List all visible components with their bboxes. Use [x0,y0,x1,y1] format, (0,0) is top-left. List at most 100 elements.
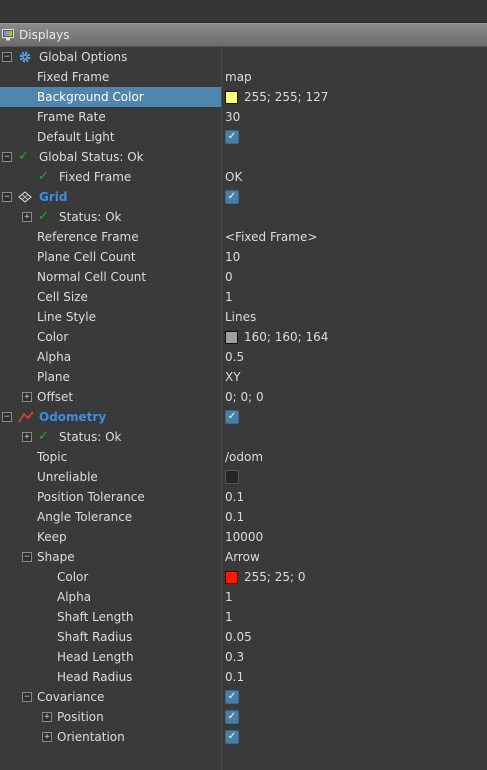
property-label: Cell Size [37,290,88,304]
position-tolerance-value[interactable]: 0.1 [225,487,244,507]
color-swatch[interactable] [225,90,238,104]
tree-row-angle-tolerance[interactable]: Angle Tolerance 0.1 [0,507,487,527]
shape-value[interactable]: Arrow [225,547,260,567]
tree-label: Status: Ok [59,210,122,224]
property-label: Keep [37,530,67,544]
collapse-icon[interactable]: − [22,692,32,702]
property-label: Head Radius [57,670,133,684]
frame-rate-value[interactable]: 30 [225,107,240,127]
expand-icon[interactable]: + [42,732,52,742]
expand-icon[interactable]: + [42,712,52,722]
tree-row-shape[interactable]: − Shape Arrow [0,547,487,567]
tree-row-default-light[interactable]: Default Light ✓ [0,127,487,147]
tree-row-shape-color[interactable]: Color 255; 25; 0 [0,567,487,587]
fixed-frame-value[interactable]: map [225,67,252,87]
grid-icon [18,190,32,204]
property-label: Head Length [57,650,134,664]
display-name: Grid [39,190,68,204]
default-light-checkbox[interactable]: ✓ [225,130,239,144]
tree-row-reference-frame[interactable]: Reference Frame <Fixed Frame> [0,227,487,247]
cell-size-value[interactable]: 1 [225,287,233,307]
tree-row-head-radius[interactable]: Head Radius 0.1 [0,667,487,687]
grid-color-value[interactable]: 160; 160; 164 [244,327,328,347]
background-color-value[interactable]: 255; 255; 127 [244,87,328,107]
collapse-icon[interactable]: − [2,52,12,62]
tree-row-position-tolerance[interactable]: Position Tolerance 0.1 [0,487,487,507]
tree-row-odometry[interactable]: − Odometry ✓ [0,407,487,427]
covariance-orientation-checkbox[interactable]: ✓ [225,730,239,744]
property-label: Shaft Radius [57,630,133,644]
line-style-value[interactable]: Lines [225,307,256,327]
shaft-radius-value[interactable]: 0.05 [225,627,252,647]
tree-row-status-fixed-frame[interactable]: ✓ Fixed Frame OK [0,167,487,187]
collapse-icon[interactable]: − [2,152,12,162]
color-swatch[interactable] [225,570,238,584]
status-value: OK [225,170,243,184]
collapse-icon[interactable]: − [2,192,12,202]
grid-alpha-value[interactable]: 0.5 [225,347,244,367]
tree-row-background-color[interactable]: Background Color 255; 255; 127 [0,87,487,107]
head-length-value[interactable]: 0.3 [225,647,244,667]
tree-row-covariance-position[interactable]: + Position ✓ [0,707,487,727]
expand-icon[interactable]: + [22,432,32,442]
property-label: Orientation [57,730,125,744]
monitor-icon [2,29,14,41]
tree-row-frame-rate[interactable]: Frame Rate 30 [0,107,487,127]
tree-row-head-length[interactable]: Head Length 0.3 [0,647,487,667]
head-radius-value[interactable]: 0.1 [225,667,244,687]
tree-row-cell-size[interactable]: Cell Size 1 [0,287,487,307]
tree-row-odometry-status[interactable]: + ✓ Status: Ok [0,427,487,447]
color-swatch[interactable] [225,330,238,344]
checkmark-icon: ✓ [38,169,49,184]
covariance-checkbox[interactable]: ✓ [225,690,239,704]
offset-value[interactable]: 0; 0; 0 [225,387,264,407]
tree-row-shape-alpha[interactable]: Alpha 1 [0,587,487,607]
shaft-length-value[interactable]: 1 [225,607,233,627]
plane-cell-count-value[interactable]: 10 [225,247,240,267]
grid-enabled-checkbox[interactable]: ✓ [225,190,239,204]
tree-row-shaft-radius[interactable]: Shaft Radius 0.05 [0,627,487,647]
tree-row-shaft-length[interactable]: Shaft Length 1 [0,607,487,627]
property-label: Reference Frame [37,230,139,244]
collapse-icon[interactable]: − [22,552,32,562]
property-label: Offset [37,390,74,404]
collapse-icon[interactable]: − [2,412,12,422]
tree-row-covariance[interactable]: − Covariance ✓ [0,687,487,707]
property-label: Default Light [37,130,115,144]
shape-alpha-value[interactable]: 1 [225,587,233,607]
property-label: Background Color [37,90,144,104]
expand-icon[interactable]: + [22,212,32,222]
expand-icon[interactable]: + [22,392,32,402]
property-label: Line Style [37,310,96,324]
property-label: Normal Cell Count [37,270,147,284]
tree-row-fixed-frame[interactable]: Fixed Frame map [0,67,487,87]
tree-row-grid-alpha[interactable]: Alpha 0.5 [0,347,487,367]
tree-row-covariance-orientation[interactable]: + Orientation ✓ [0,727,487,747]
odometry-enabled-checkbox[interactable]: ✓ [225,410,239,424]
tree-row-offset[interactable]: + Offset 0; 0; 0 [0,387,487,407]
unreliable-checkbox[interactable] [225,470,239,484]
tree-row-plane[interactable]: Plane XY [0,367,487,387]
reference-frame-value[interactable]: <Fixed Frame> [225,227,317,247]
tree-row-plane-cell-count[interactable]: Plane Cell Count 10 [0,247,487,267]
property-label: Plane [37,370,70,384]
angle-tolerance-value[interactable]: 0.1 [225,507,244,527]
tree-row-global-options[interactable]: − Global Options [0,47,487,67]
keep-value[interactable]: 10000 [225,527,263,547]
tree-row-grid-color[interactable]: Color 160; 160; 164 [0,327,487,347]
tree-row-grid-status[interactable]: + ✓ Status: Ok [0,207,487,227]
tree-label: Global Status: Ok [39,150,144,164]
tree-row-normal-cell-count[interactable]: Normal Cell Count 0 [0,267,487,287]
tree-row-topic[interactable]: Topic /odom [0,447,487,467]
topic-value[interactable]: /odom [225,447,263,467]
tree-row-keep[interactable]: Keep 10000 [0,527,487,547]
normal-cell-count-value[interactable]: 0 [225,267,233,287]
tree-row-grid[interactable]: − Grid ✓ [0,187,487,207]
tree-row-global-status[interactable]: − ✓ Global Status: Ok [0,147,487,167]
plane-value[interactable]: XY [225,367,241,387]
tree-row-line-style[interactable]: Line Style Lines [0,307,487,327]
property-label: Unreliable [37,470,98,484]
covariance-position-checkbox[interactable]: ✓ [225,710,239,724]
tree-row-unreliable[interactable]: Unreliable [0,467,487,487]
shape-color-value[interactable]: 255; 25; 0 [244,567,306,587]
